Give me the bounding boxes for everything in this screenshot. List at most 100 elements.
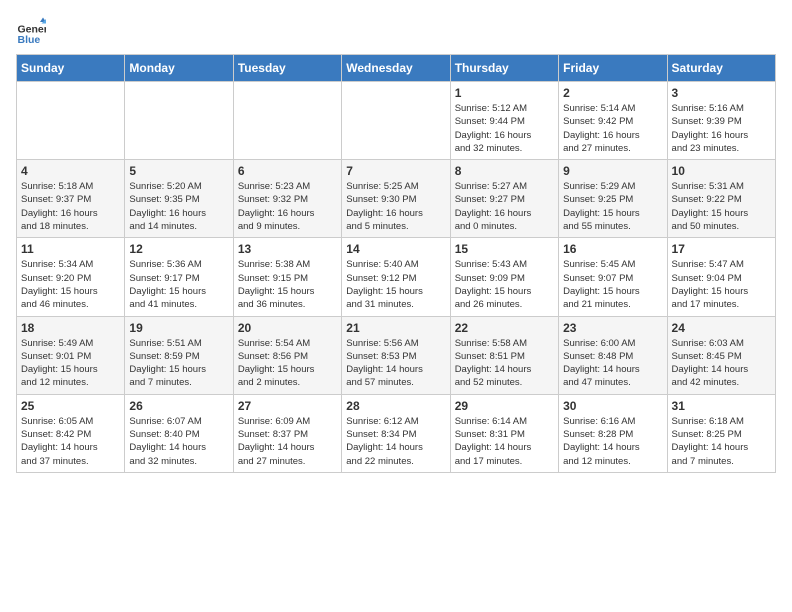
day-number: 11 — [21, 242, 120, 256]
day-number: 3 — [672, 86, 771, 100]
day-info: Sunrise: 5:31 AM Sunset: 9:22 PM Dayligh… — [672, 180, 771, 233]
calendar-cell — [342, 82, 450, 160]
day-number: 25 — [21, 399, 120, 413]
calendar-cell — [17, 82, 125, 160]
day-info: Sunrise: 5:43 AM Sunset: 9:09 PM Dayligh… — [455, 258, 554, 311]
day-number: 27 — [238, 399, 337, 413]
page-header: General Blue — [16, 16, 776, 46]
calendar-cell: 12 Sunrise: 5:36 AM Sunset: 9:17 PM Dayli… — [125, 238, 233, 316]
day-info: Sunrise: 6:00 AM Sunset: 8:48 PM Dayligh… — [563, 337, 662, 390]
column-header-saturday: Saturday — [667, 55, 775, 82]
calendar-cell: 11 Sunrise: 5:34 AM Sunset: 9:20 PM Dayli… — [17, 238, 125, 316]
day-number: 31 — [672, 399, 771, 413]
calendar-cell: 20Sunrise: 5:54 AM Sunset: 8:56 PM Dayli… — [233, 316, 341, 394]
day-number: 16 — [563, 242, 662, 256]
day-info: Sunrise: 5:34 AM Sunset: 9:20 PM Dayligh… — [21, 258, 120, 311]
week-row-4: 18Sunrise: 5:49 AM Sunset: 9:01 PM Dayli… — [17, 316, 776, 394]
day-number: 13 — [238, 242, 337, 256]
day-info: Sunrise: 5:45 AM Sunset: 9:07 PM Dayligh… — [563, 258, 662, 311]
calendar-cell: 25 Sunrise: 6:05 AM Sunset: 8:42 PM Dayli… — [17, 394, 125, 472]
day-number: 30 — [563, 399, 662, 413]
day-info: Sunrise: 5:12 AM Sunset: 9:44 PM Dayligh… — [455, 102, 554, 155]
calendar-cell: 13Sunrise: 5:38 AM Sunset: 9:15 PM Dayli… — [233, 238, 341, 316]
calendar-cell: 15 Sunrise: 5:43 AM Sunset: 9:09 PM Dayli… — [450, 238, 558, 316]
calendar-body: 1 Sunrise: 5:12 AM Sunset: 9:44 PM Daylig… — [17, 82, 776, 473]
logo-icon: General Blue — [16, 16, 46, 46]
day-info: Sunrise: 5:14 AM Sunset: 9:42 PM Dayligh… — [563, 102, 662, 155]
calendar-cell: 7Sunrise: 5:25 AM Sunset: 9:30 PM Daylig… — [342, 160, 450, 238]
calendar-cell: 27 Sunrise: 6:09 AM Sunset: 8:37 PM Dayli… — [233, 394, 341, 472]
calendar-header-row: SundayMondayTuesdayWednesdayThursdayFrid… — [17, 55, 776, 82]
column-header-thursday: Thursday — [450, 55, 558, 82]
day-info: Sunrise: 6:03 AM Sunset: 8:45 PM Dayligh… — [672, 337, 771, 390]
calendar-table: SundayMondayTuesdayWednesdayThursdayFrid… — [16, 54, 776, 473]
calendar-cell — [125, 82, 233, 160]
day-number: 4 — [21, 164, 120, 178]
day-number: 1 — [455, 86, 554, 100]
column-header-tuesday: Tuesday — [233, 55, 341, 82]
day-number: 17 — [672, 242, 771, 256]
calendar-cell: 29 Sunrise: 6:14 AM Sunset: 8:31 PM Dayli… — [450, 394, 558, 472]
calendar-cell: 9 Sunrise: 5:29 AM Sunset: 9:25 PM Daylig… — [559, 160, 667, 238]
day-info: Sunrise: 5:25 AM Sunset: 9:30 PM Dayligh… — [346, 180, 445, 233]
day-info: Sunrise: 6:18 AM Sunset: 8:25 PM Dayligh… — [672, 415, 771, 468]
day-number: 20 — [238, 321, 337, 335]
day-number: 19 — [129, 321, 228, 335]
week-row-3: 11 Sunrise: 5:34 AM Sunset: 9:20 PM Dayli… — [17, 238, 776, 316]
svg-text:Blue: Blue — [18, 34, 41, 46]
day-info: Sunrise: 5:16 AM Sunset: 9:39 PM Dayligh… — [672, 102, 771, 155]
day-number: 12 — [129, 242, 228, 256]
calendar-cell: 30 Sunrise: 6:16 AM Sunset: 8:28 PM Dayli… — [559, 394, 667, 472]
column-header-wednesday: Wednesday — [342, 55, 450, 82]
calendar-cell: 6 Sunrise: 5:23 AM Sunset: 9:32 PM Daylig… — [233, 160, 341, 238]
day-info: Sunrise: 5:36 AM Sunset: 9:17 PM Dayligh… — [129, 258, 228, 311]
day-number: 26 — [129, 399, 228, 413]
logo: General Blue — [16, 16, 46, 46]
calendar-cell: 4 Sunrise: 5:18 AM Sunset: 9:37 PM Daylig… — [17, 160, 125, 238]
day-info: Sunrise: 5:47 AM Sunset: 9:04 PM Dayligh… — [672, 258, 771, 311]
day-number: 5 — [129, 164, 228, 178]
day-number: 15 — [455, 242, 554, 256]
day-number: 22 — [455, 321, 554, 335]
calendar-cell: 21Sunrise: 5:56 AM Sunset: 8:53 PM Dayli… — [342, 316, 450, 394]
day-number: 21 — [346, 321, 445, 335]
day-info: Sunrise: 5:51 AM Sunset: 8:59 PM Dayligh… — [129, 337, 228, 390]
calendar-cell: 24 Sunrise: 6:03 AM Sunset: 8:45 PM Dayli… — [667, 316, 775, 394]
day-info: Sunrise: 6:16 AM Sunset: 8:28 PM Dayligh… — [563, 415, 662, 468]
calendar-cell: 5 Sunrise: 5:20 AM Sunset: 9:35 PM Daylig… — [125, 160, 233, 238]
day-number: 23 — [563, 321, 662, 335]
day-number: 8 — [455, 164, 554, 178]
day-number: 14 — [346, 242, 445, 256]
calendar-cell: 19 Sunrise: 5:51 AM Sunset: 8:59 PM Dayli… — [125, 316, 233, 394]
calendar-cell: 18Sunrise: 5:49 AM Sunset: 9:01 PM Dayli… — [17, 316, 125, 394]
day-number: 29 — [455, 399, 554, 413]
day-number: 24 — [672, 321, 771, 335]
day-info: Sunrise: 6:12 AM Sunset: 8:34 PM Dayligh… — [346, 415, 445, 468]
day-info: Sunrise: 5:20 AM Sunset: 9:35 PM Dayligh… — [129, 180, 228, 233]
calendar-cell: 23 Sunrise: 6:00 AM Sunset: 8:48 PM Dayli… — [559, 316, 667, 394]
day-info: Sunrise: 5:23 AM Sunset: 9:32 PM Dayligh… — [238, 180, 337, 233]
day-number: 18 — [21, 321, 120, 335]
day-number: 6 — [238, 164, 337, 178]
calendar-cell: 17 Sunrise: 5:47 AM Sunset: 9:04 PM Dayli… — [667, 238, 775, 316]
calendar-cell: 10Sunrise: 5:31 AM Sunset: 9:22 PM Dayli… — [667, 160, 775, 238]
day-info: Sunrise: 5:29 AM Sunset: 9:25 PM Dayligh… — [563, 180, 662, 233]
day-number: 2 — [563, 86, 662, 100]
day-info: Sunrise: 6:07 AM Sunset: 8:40 PM Dayligh… — [129, 415, 228, 468]
calendar-cell: 1 Sunrise: 5:12 AM Sunset: 9:44 PM Daylig… — [450, 82, 558, 160]
calendar-cell: 14 Sunrise: 5:40 AM Sunset: 9:12 PM Dayli… — [342, 238, 450, 316]
day-info: Sunrise: 5:40 AM Sunset: 9:12 PM Dayligh… — [346, 258, 445, 311]
day-info: Sunrise: 6:14 AM Sunset: 8:31 PM Dayligh… — [455, 415, 554, 468]
column-header-monday: Monday — [125, 55, 233, 82]
day-info: Sunrise: 5:58 AM Sunset: 8:51 PM Dayligh… — [455, 337, 554, 390]
day-info: Sunrise: 6:09 AM Sunset: 8:37 PM Dayligh… — [238, 415, 337, 468]
calendar-cell: 22 Sunrise: 5:58 AM Sunset: 8:51 PM Dayli… — [450, 316, 558, 394]
day-info: Sunrise: 6:05 AM Sunset: 8:42 PM Dayligh… — [21, 415, 120, 468]
calendar-cell: 16 Sunrise: 5:45 AM Sunset: 9:07 PM Dayli… — [559, 238, 667, 316]
day-info: Sunrise: 5:18 AM Sunset: 9:37 PM Dayligh… — [21, 180, 120, 233]
day-info: Sunrise: 5:27 AM Sunset: 9:27 PM Dayligh… — [455, 180, 554, 233]
calendar-cell: 28Sunrise: 6:12 AM Sunset: 8:34 PM Dayli… — [342, 394, 450, 472]
week-row-2: 4 Sunrise: 5:18 AM Sunset: 9:37 PM Daylig… — [17, 160, 776, 238]
calendar-cell: 31 Sunrise: 6:18 AM Sunset: 8:25 PM Dayli… — [667, 394, 775, 472]
day-number: 9 — [563, 164, 662, 178]
